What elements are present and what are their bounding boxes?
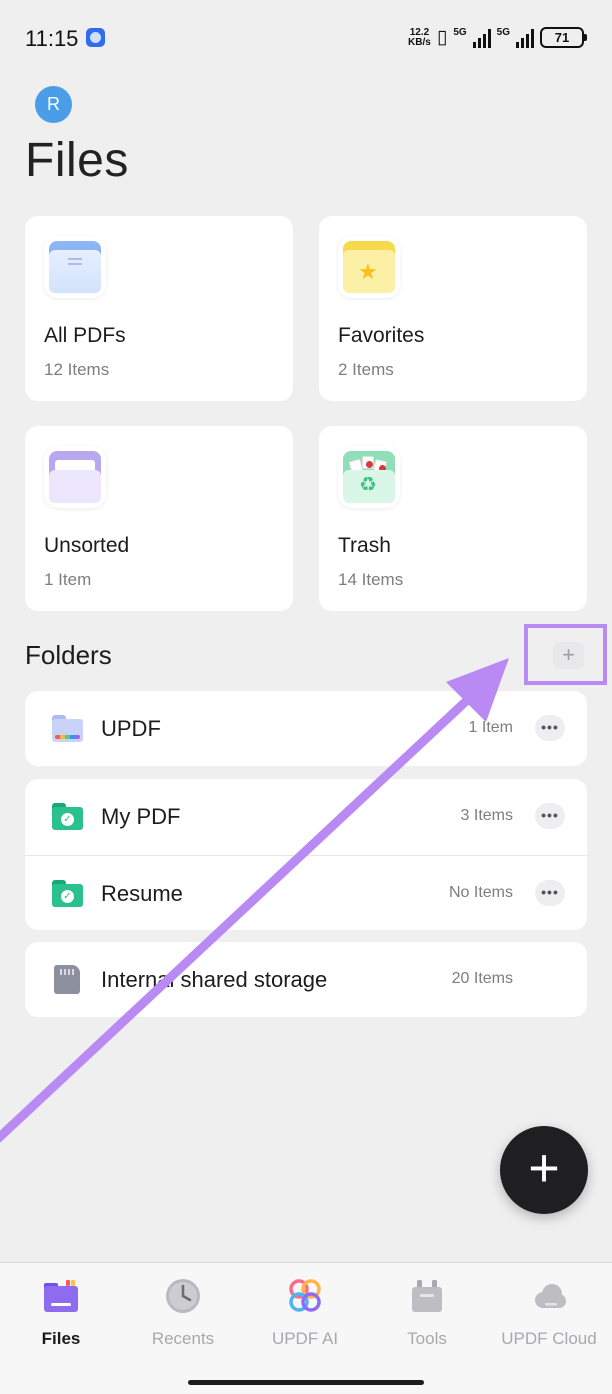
nav-label: Recents <box>151 1329 215 1348</box>
folder-group-user: ✓ My PDF 3 Items ••• ✓ Resume No Items •… <box>25 779 587 930</box>
storage-group: Internal shared storage 20 Items <box>25 942 587 1017</box>
more-options-button[interactable]: ••• <box>535 715 565 741</box>
storage-row[interactable]: Internal shared storage 20 Items <box>25 942 587 1017</box>
category-card-all-pdfs[interactable]: All PDFs 12 Items <box>25 216 293 401</box>
files-folder-icon <box>44 1280 78 1312</box>
category-name: All PDFs <box>44 324 126 347</box>
category-count: 2 Items <box>338 360 394 379</box>
nav-label: UPDF Cloud <box>501 1329 597 1348</box>
folders-heading: Folders <box>25 640 112 670</box>
folder-count: No Items <box>448 884 513 901</box>
battery-icon: 71 <box>540 27 587 48</box>
folder-row-updf[interactable]: UPDF 1 Item ••• <box>25 691 587 766</box>
folder-count: 3 Items <box>460 807 513 824</box>
category-card-favorites[interactable]: ★ Favorites 2 Items <box>319 216 587 401</box>
storage-count: 20 Items <box>451 970 513 987</box>
nav-item-updf-ai[interactable]: UPDF AI <box>244 1263 366 1363</box>
signal-1-icon: 5G <box>453 27 491 48</box>
clock-icon <box>166 1279 200 1313</box>
bottom-nav: Files Recents UPDF AI Tools UPDF Cloud <box>0 1262 612 1394</box>
nav-item-updf-cloud[interactable]: UPDF Cloud <box>488 1263 610 1363</box>
cloud-icon <box>535 1284 566 1308</box>
status-bar: 11:15 12.2 KB/s ▯ 5G 5G 71 <box>0 0 612 78</box>
folder-group-updf: UPDF 1 Item ••• <box>25 691 587 766</box>
status-indicators: 12.2 KB/s ▯ 5G 5G 71 <box>408 26 587 48</box>
toolbox-icon <box>412 1280 442 1312</box>
green-folder-icon: ✓ <box>52 803 83 830</box>
battery-level: 71 <box>554 30 570 45</box>
folder-row-resume[interactable]: ✓ Resume No Items ••• <box>25 855 587 930</box>
nav-label: UPDF AI <box>271 1329 339 1348</box>
signal-1-label: 5G <box>453 27 467 38</box>
nav-label: Files <box>41 1329 81 1348</box>
add-folder-button[interactable]: + <box>553 642 584 669</box>
status-time: 11:15 <box>25 26 79 51</box>
green-folder-icon: ✓ <box>52 880 83 907</box>
add-file-fab-button[interactable]: + <box>500 1126 588 1214</box>
category-count: 12 Items <box>44 360 110 379</box>
more-options-button[interactable]: ••• <box>535 880 565 906</box>
category-name: Favorites <box>338 324 425 347</box>
folder-count: 1 Item <box>468 719 513 736</box>
network-speed: 12.2 KB/s <box>408 26 431 48</box>
sd-card-icon <box>54 965 80 994</box>
favorites-star-icon: ★ <box>338 236 400 298</box>
folder-name: UPDF <box>101 716 161 741</box>
folder-row-my-pdf[interactable]: ✓ My PDF 3 Items ••• <box>25 779 587 855</box>
app-notification-icon <box>86 28 105 47</box>
category-count: 14 Items <box>338 570 404 589</box>
folder-name: My PDF <box>101 804 181 829</box>
nav-label: Tools <box>407 1329 447 1348</box>
nav-item-tools[interactable]: Tools <box>366 1263 488 1363</box>
all-pdfs-icon <box>44 236 106 298</box>
unsorted-tray-icon <box>44 446 106 508</box>
updf-folder-icon <box>52 715 83 742</box>
folder-name: Resume <box>101 881 183 906</box>
vibrate-icon: ▯ <box>436 26 448 48</box>
category-card-trash[interactable]: ♻ Trash 14 Items <box>319 426 587 611</box>
network-speed-value: 12.2 <box>409 26 430 38</box>
network-speed-unit: KB/s <box>408 36 431 48</box>
avatar[interactable]: R <box>35 86 72 123</box>
category-name: Trash <box>338 534 391 557</box>
category-count: 1 Item <box>44 570 92 589</box>
signal-2-icon: 5G <box>497 27 534 48</box>
nav-item-recents[interactable]: Recents <box>122 1263 244 1363</box>
storage-name: Internal shared storage <box>101 967 328 992</box>
home-indicator <box>188 1380 424 1385</box>
updf-ai-icon <box>289 1279 321 1312</box>
nav-item-files[interactable]: Files <box>0 1263 122 1363</box>
more-options-button[interactable]: ••• <box>535 803 565 829</box>
signal-2-label: 5G <box>496 27 510 38</box>
category-card-unsorted[interactable]: Unsorted 1 Item <box>25 426 293 611</box>
category-name: Unsorted <box>44 534 130 557</box>
page-title: Files <box>25 134 129 187</box>
trash-recycle-icon: ♻ <box>338 446 400 508</box>
